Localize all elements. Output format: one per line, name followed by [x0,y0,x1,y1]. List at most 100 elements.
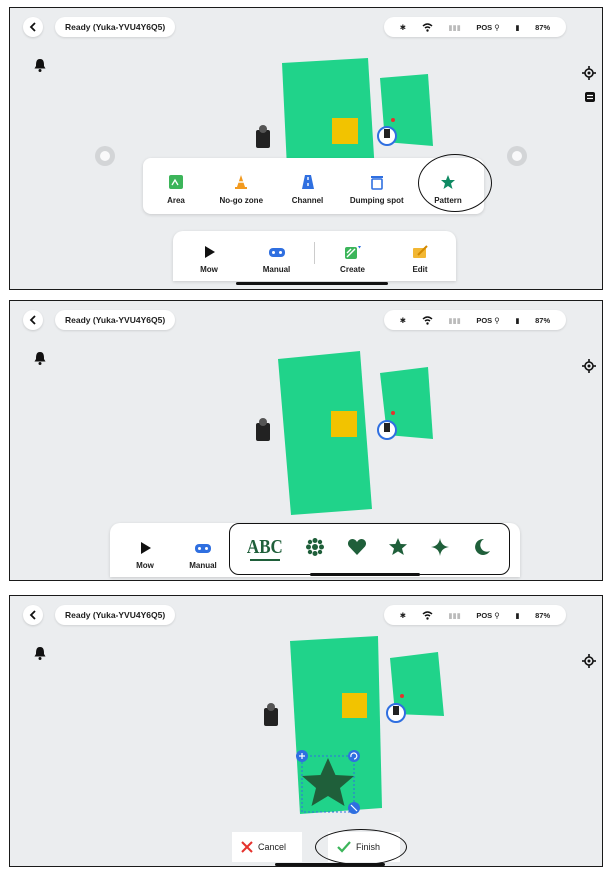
locate-button[interactable] [582,654,596,673]
flower-pattern-icon [305,537,324,556]
pattern-option-text[interactable]: ABC [246,535,283,562]
create-icon [344,246,361,259]
create-submenu: Area No-go zone Channel Dumping spot Pat… [143,158,484,214]
joystick-right-icon [507,146,527,166]
wifi-icon [422,22,433,32]
tab-create[interactable]: Create [323,245,383,274]
pattern-option-sparkle[interactable] [430,537,450,562]
screen-create-menu: Ready (Yuka-YVU4Y6Q5) ✱ ▮▮▮ POS ⚲ ▮ 87% … [9,7,603,290]
battery-level: 87% [535,315,551,325]
cellular-icon: ▮▮▮ [448,22,461,32]
tab-mow[interactable]: Mow [116,541,174,570]
pattern-option-flower[interactable] [305,537,325,562]
back-button[interactable] [23,17,43,37]
back-button[interactable] [23,605,43,625]
dumping-spot-marker [342,693,367,718]
pos-status: POS ⚲ [476,610,500,620]
screen-pattern-placement: Ready (Yuka-YVU4Y6Q5) ✱ ▮▮▮ POS ⚲ ▮ 87% … [9,595,603,867]
notification-button[interactable] [33,646,47,665]
checkmark-icon [337,841,351,853]
finish-button[interactable]: Finish [328,832,400,862]
bell-icon [34,647,46,660]
status-text: Ready (Yuka-YVU4Y6Q5) [65,610,166,620]
back-button[interactable] [23,310,43,330]
play-icon [205,246,215,258]
selected-underline [249,558,280,562]
cellular-icon: ▮▮▮ [448,610,461,620]
close-icon [241,841,253,853]
locate-button[interactable] [582,66,596,85]
sparkle-pattern-icon [431,537,450,556]
status-pill: Ready (Yuka-YVU4Y6Q5) [55,310,176,330]
wifi-icon [422,315,433,325]
edit-icon [413,245,428,258]
star-pattern-icon [389,537,408,555]
pos-status: POS ⚲ [476,22,500,32]
menu-item-channel[interactable]: Channel [282,174,334,205]
tab-manual[interactable]: Manual [174,541,232,570]
menu-item-no-go-zone[interactable]: No-go zone [209,174,273,205]
channel-icon [301,175,314,189]
menu-item-pattern[interactable]: Pattern [420,174,476,205]
layers-icon [585,92,595,102]
chevron-left-icon [29,610,36,620]
menu-item-area[interactable]: Area [151,174,201,205]
pattern-picker: ABC [229,523,510,575]
pattern-option-star[interactable] [388,537,408,562]
notification-button[interactable] [33,58,47,77]
bluetooth-icon: ✱ [399,610,407,620]
home-indicator [275,863,385,866]
bottom-tab-bar: Mow Manual Create Edit [173,231,456,281]
system-status-bar: ✱ ▮▮▮ POS ⚲ ▮ 87% [384,17,566,37]
tab-divider [314,241,315,264]
notification-button[interactable] [33,351,47,370]
rotate-handle-icon [348,750,360,762]
menu-item-dumping-spot[interactable]: Dumping spot [342,174,412,205]
bluetooth-icon: ✱ [399,315,407,325]
battery-icon: ▮ [515,22,520,32]
home-indicator [236,282,388,285]
tab-mow[interactable]: Mow [179,245,239,274]
pos-status: POS ⚲ [476,315,500,325]
text-pattern-icon: ABC [246,535,283,558]
charging-station-icon [256,125,270,148]
pattern-option-heart[interactable] [347,537,367,562]
dumping-spot-marker [332,118,358,144]
home-indicator [310,573,420,576]
cancel-button[interactable]: Cancel [232,832,302,862]
locate-button[interactable] [582,359,596,378]
layers-button[interactable] [584,90,596,108]
dumping-spot-marker [331,411,357,437]
locate-icon [582,66,596,80]
battery-level: 87% [535,610,551,620]
moon-pattern-icon [475,538,491,555]
system-status-bar: ✱ ▮▮▮ POS ⚲ ▮ 87% [384,605,566,625]
area-icon [169,175,183,189]
locate-icon [582,654,596,668]
traffic-cone-icon [235,175,248,189]
locate-icon [582,359,596,373]
battery-icon: ▮ [515,315,520,325]
bell-icon [34,59,46,72]
bell-icon [34,352,46,365]
cellular-icon: ▮▮▮ [448,315,461,325]
satellite-icon: ⚲ [494,22,500,32]
screen-pattern-picker: Ready (Yuka-YVU4Y6Q5) ✱ ▮▮▮ POS ⚲ ▮ 87% … [9,300,603,581]
trash-icon [370,176,383,190]
system-status-bar: ✱ ▮▮▮ POS ⚲ ▮ 87% [384,310,566,330]
gamepad-icon [268,248,285,257]
joystick-left-icon [95,146,115,166]
charging-station-icon [256,418,270,441]
tab-manual[interactable]: Manual [247,245,307,274]
status-text: Ready (Yuka-YVU4Y6Q5) [65,315,166,325]
battery-level: 87% [535,22,551,32]
pattern-option-moon[interactable] [472,537,492,562]
lawn-zone-main [282,58,375,173]
status-text: Ready (Yuka-YVU4Y6Q5) [65,22,166,32]
status-pill: Ready (Yuka-YVU4Y6Q5) [55,17,176,37]
tab-edit[interactable]: Edit [390,245,450,274]
battery-icon: ▮ [515,610,520,620]
gamepad-icon [195,544,211,553]
play-icon [141,542,151,554]
bluetooth-icon: ✱ [399,22,407,32]
